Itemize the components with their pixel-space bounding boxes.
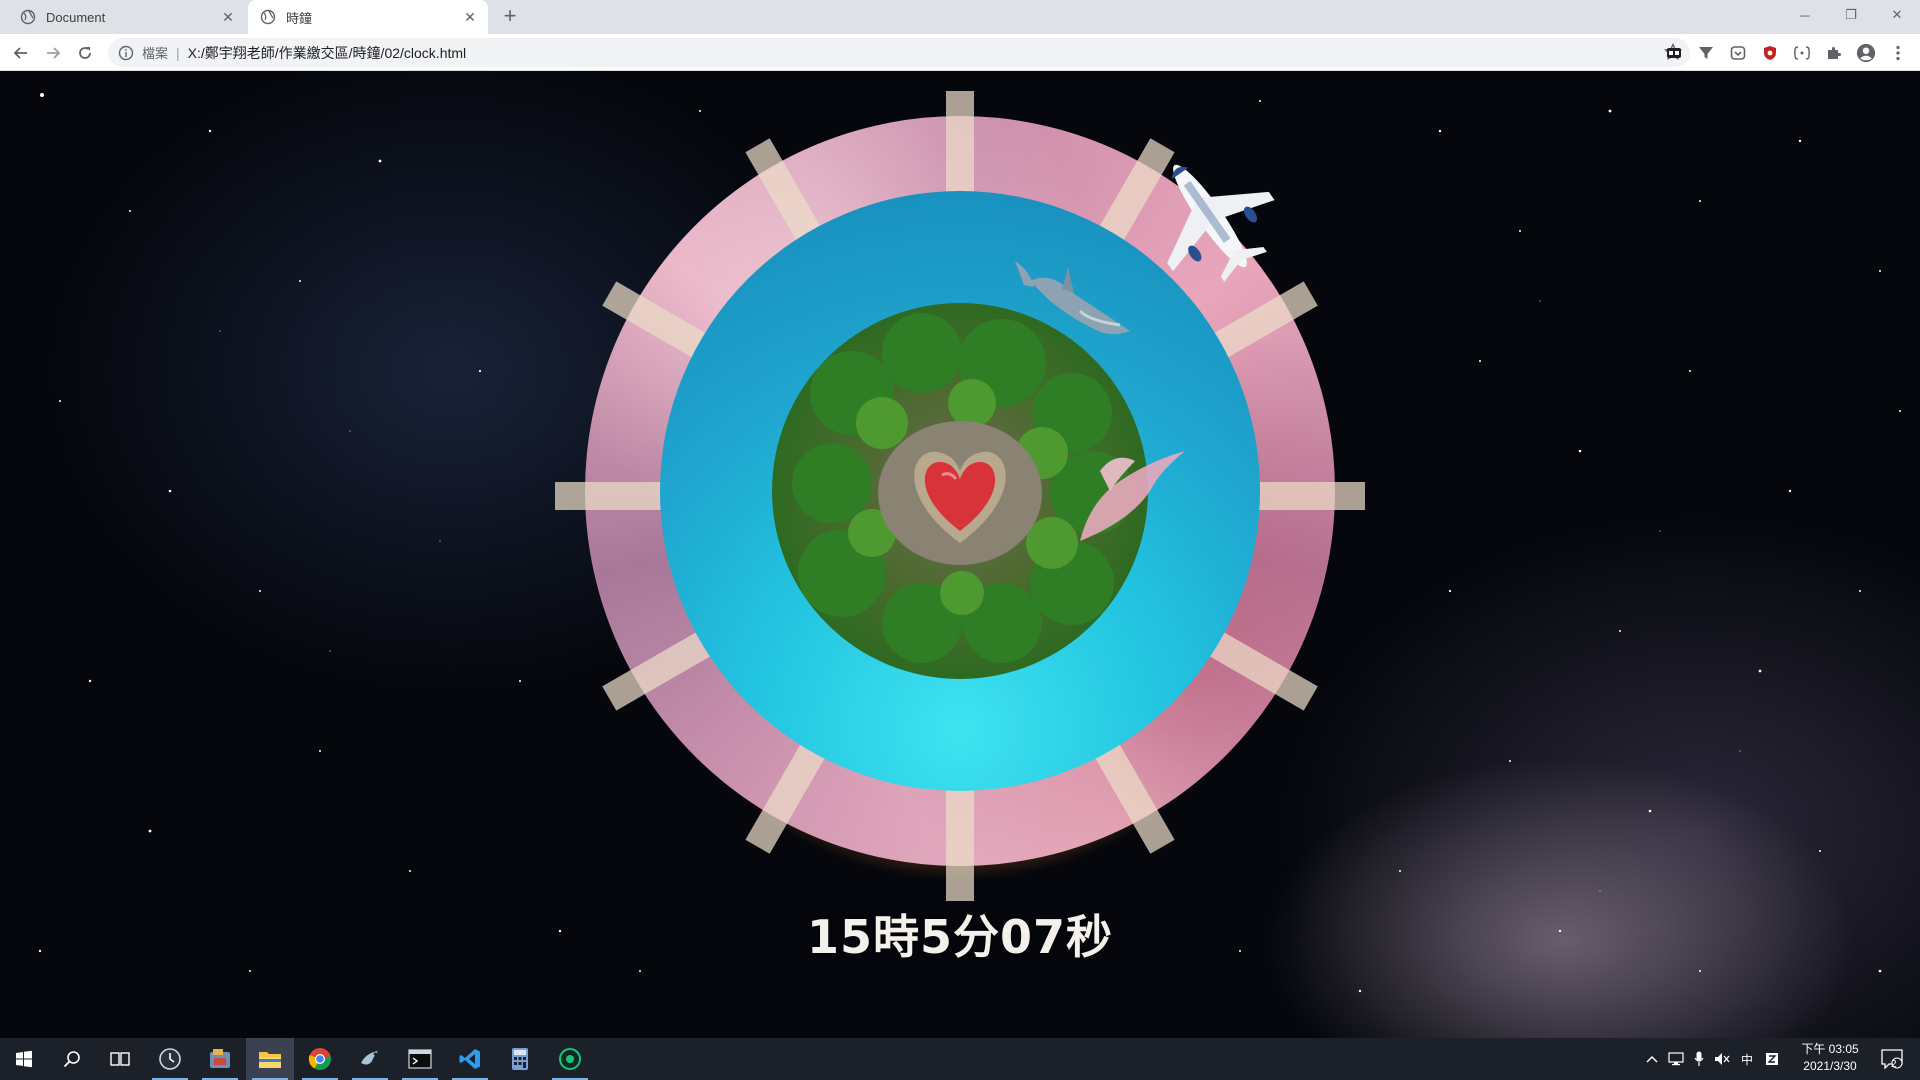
minimize-icon[interactable]: ─ xyxy=(1782,0,1828,30)
tab-manager-icon[interactable] xyxy=(1664,43,1684,63)
brackets-icon[interactable] xyxy=(1792,43,1812,63)
microphone-icon[interactable] xyxy=(1688,1038,1710,1080)
network-icon[interactable] xyxy=(1664,1038,1688,1080)
window-close-icon[interactable]: ✕ xyxy=(1874,0,1920,30)
profile-avatar-icon[interactable] xyxy=(1856,43,1876,63)
clock-page: 15時5分07秒 xyxy=(0,71,1920,1038)
close-tab-icon[interactable]: ✕ xyxy=(460,7,480,27)
menu-kebab-icon[interactable] xyxy=(1888,43,1908,63)
scheme-label: 檔案 xyxy=(142,46,169,61)
bird-image xyxy=(1080,451,1185,541)
close-tab-icon[interactable]: ✕ xyxy=(218,7,238,27)
file-manager-icon[interactable] xyxy=(196,1038,244,1080)
clock-date: 2021/3/30 xyxy=(1803,1059,1857,1073)
airplane-image xyxy=(1167,164,1275,282)
forward-icon[interactable] xyxy=(40,40,66,66)
clock-app-icon[interactable] xyxy=(146,1038,194,1080)
browser-toolbar: 檔案 | X:/鄭宇翔老師/作業繳交區/時鐘/02/clock.html xyxy=(0,34,1920,71)
notification-center-icon[interactable]: 2 xyxy=(1872,1038,1912,1080)
globe-icon xyxy=(260,9,276,25)
calculator-icon[interactable] xyxy=(496,1038,544,1080)
bird-app-icon[interactable] xyxy=(346,1038,394,1080)
input-keyboard-icon[interactable] xyxy=(1760,1038,1784,1080)
info-icon[interactable] xyxy=(118,45,134,61)
filter-icon[interactable] xyxy=(1696,43,1716,63)
start-icon[interactable] xyxy=(0,1038,48,1080)
divider: | xyxy=(176,44,180,61)
tab-title: Document xyxy=(46,9,106,25)
clock-time: 下午 03:05 xyxy=(1801,1042,1859,1056)
shield-icon[interactable] xyxy=(1760,43,1780,63)
address-bar[interactable]: 檔案 | X:/鄭宇翔老師/作業繳交區/時鐘/02/clock.html xyxy=(108,38,1690,67)
vscode-icon[interactable] xyxy=(446,1038,494,1080)
tab-clock[interactable]: 時鐘 ✕ xyxy=(248,0,488,34)
volume-muted-icon[interactable] xyxy=(1710,1038,1734,1080)
globe-icon xyxy=(20,9,36,25)
search-icon[interactable] xyxy=(48,1038,96,1080)
show-hidden-icons-icon[interactable] xyxy=(1640,1038,1664,1080)
notification-count: 2 xyxy=(1891,1059,1897,1070)
tab-document[interactable]: Document ✕ xyxy=(8,0,246,34)
reload-icon[interactable] xyxy=(72,40,98,66)
dolphin-image xyxy=(1015,261,1130,335)
green-app-icon[interactable] xyxy=(546,1038,594,1080)
chrome-icon[interactable] xyxy=(296,1038,344,1080)
restore-icon[interactable]: ❐ xyxy=(1828,0,1874,30)
windows-taskbar: 中 下午 03:05 2021/3/30 2 xyxy=(0,1038,1920,1080)
digital-time-display: 15時5分07秒 xyxy=(806,910,1114,964)
system-clock[interactable]: 下午 03:05 2021/3/30 xyxy=(1788,1041,1872,1077)
new-tab-button[interactable]: + xyxy=(498,5,522,29)
back-icon[interactable] xyxy=(8,40,34,66)
file-explorer-icon[interactable] xyxy=(246,1038,294,1080)
puzzle-icon[interactable] xyxy=(1824,43,1844,63)
tab-title: 時鐘 xyxy=(286,10,313,26)
url-text[interactable]: X:/鄭宇翔老師/作業繳交區/時鐘/02/clock.html xyxy=(188,43,466,63)
tab-strip: Document ✕ 時鐘 ✕ + ─ ❐ ✕ xyxy=(0,0,1920,34)
pocket-icon[interactable] xyxy=(1728,43,1748,63)
task-view-icon[interactable] xyxy=(96,1038,144,1080)
ime-indicator[interactable]: 中 xyxy=(1736,1038,1758,1080)
terminal-icon[interactable] xyxy=(396,1038,444,1080)
